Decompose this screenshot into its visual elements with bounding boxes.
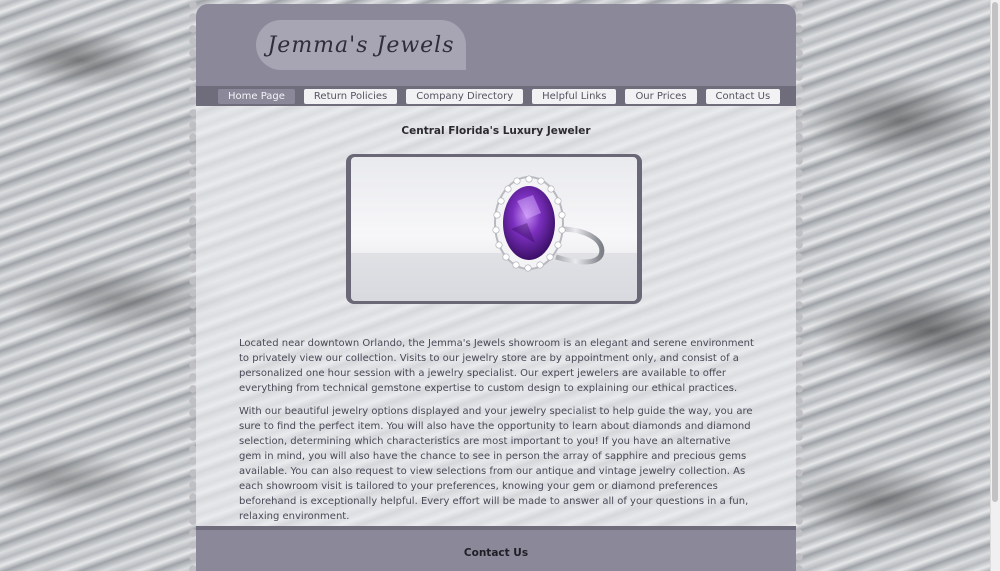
site-footer: Contact Us xyxy=(196,530,796,571)
footer-contact-heading: Contact Us xyxy=(463,547,529,559)
page-wrapper: Jemma's Jewels Home Page Return Policies… xyxy=(188,0,804,571)
nav-item-our-prices[interactable]: Our Prices xyxy=(625,88,697,104)
hero-image-frame xyxy=(346,154,642,304)
nav-item-company-directory[interactable]: Company Directory xyxy=(406,88,524,104)
site-logo[interactable]: Jemma's Jewels xyxy=(256,20,466,70)
ring-illustration xyxy=(351,175,637,301)
vertical-scrollbar[interactable] xyxy=(990,0,1000,571)
nav-item-home-page[interactable]: Home Page xyxy=(218,88,295,104)
nav-item-helpful-links[interactable]: Helpful Links xyxy=(532,88,617,104)
hero-image xyxy=(351,157,637,301)
page-tagline: Central Florida's Luxury Jeweler xyxy=(401,125,591,137)
main-nav: Home Page Return Policies Company Direct… xyxy=(196,86,796,106)
scrollbar-thumb[interactable] xyxy=(992,2,998,502)
logo-text: Jemma's Jewels xyxy=(267,32,455,58)
nav-item-contact-us[interactable]: Contact Us xyxy=(705,88,781,104)
main-content: Central Florida's Luxury Jeweler Located… xyxy=(196,106,796,526)
intro-paragraph: Located near downtown Orlando, the Jemma… xyxy=(239,338,754,394)
nav-item-return-policies[interactable]: Return Policies xyxy=(303,88,398,104)
details-paragraph: With our beautiful jewelry options displ… xyxy=(239,406,753,522)
